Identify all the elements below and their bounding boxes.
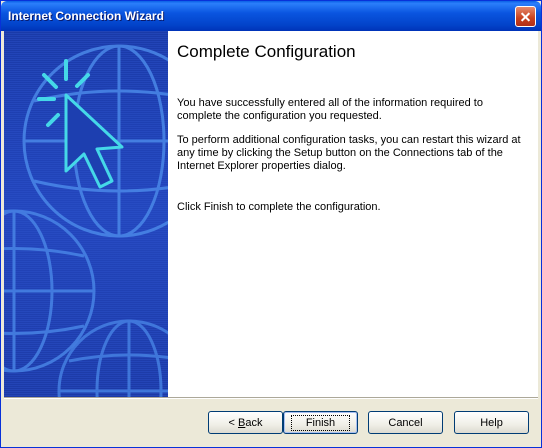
page-title: Complete Configuration [177, 42, 356, 61]
back-label-rest: ack [245, 416, 263, 429]
info-paragraph: Click Finish to complete the configurati… [177, 201, 381, 213]
cancel-button-label: Cancel [388, 416, 423, 429]
info-paragraph: You have successfully entered all of the… [177, 97, 483, 122]
close-icon[interactable] [515, 6, 536, 27]
wizard-content: Complete Configuration You have successf… [168, 31, 538, 397]
globe-cursor-illustration [4, 31, 168, 397]
window-title: Internet Connection Wizard [8, 9, 164, 23]
help-button[interactable]: Help [454, 411, 529, 434]
title-bar[interactable]: Internet Connection Wizard [1, 1, 541, 31]
help-button-label: Help [480, 416, 503, 429]
button-divider [4, 397, 538, 399]
back-button-label: < Back [229, 417, 263, 429]
dialog-client-area: Complete Configuration You have successf… [4, 31, 538, 445]
cancel-button[interactable]: Cancel [368, 411, 443, 434]
finish-button-label: Finish [290, 414, 351, 431]
wizard-side-panel [4, 31, 168, 397]
back-button[interactable]: < Back [208, 411, 283, 434]
wizard-window: Internet Connection Wizard Complete Conf… [0, 0, 542, 448]
back-arrow-text: < [228, 416, 238, 429]
info-paragraph: To perform additional configuration task… [177, 134, 521, 172]
finish-button[interactable]: Finish [283, 411, 358, 434]
